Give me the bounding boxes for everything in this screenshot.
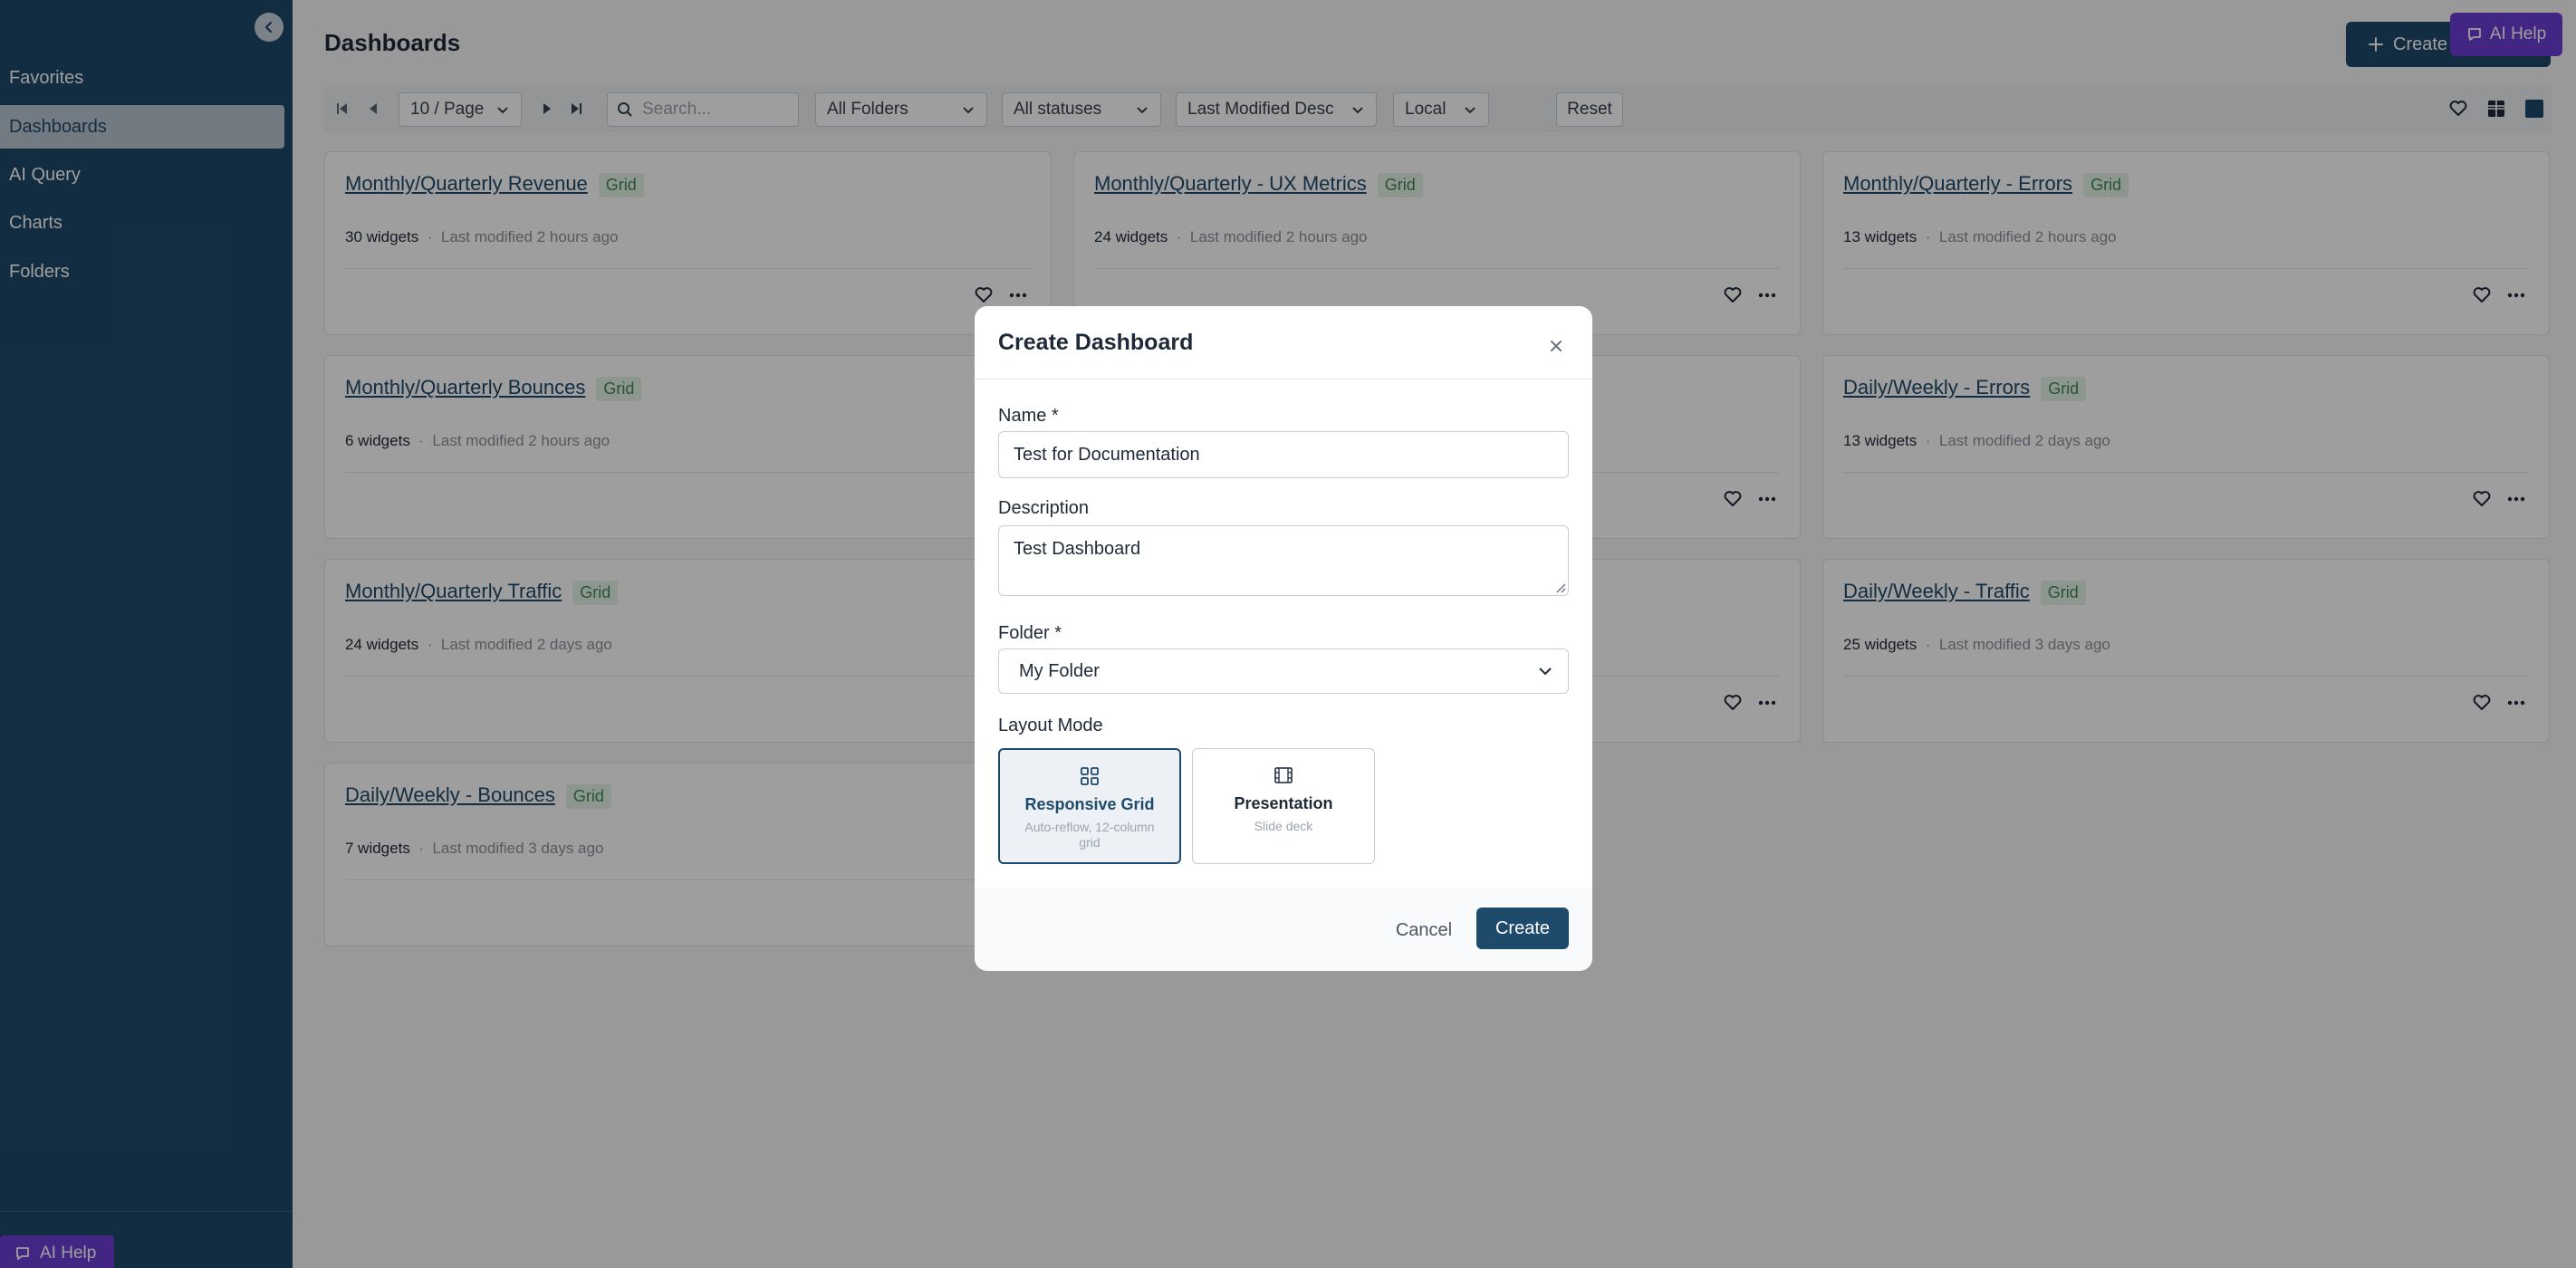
folder-value: My Folder — [1019, 660, 1100, 681]
layout-option-name: Responsive Grid — [1024, 795, 1155, 813]
layout-option-desc: Slide deck — [1254, 819, 1313, 833]
folder-label: Folder * — [998, 623, 1062, 643]
layout-option-responsive-grid[interactable]: Responsive Grid Auto-reflow, 12-column g… — [998, 748, 1181, 864]
name-value: Test for Documentation — [1014, 444, 1200, 465]
name-field[interactable]: Test for Documentation — [998, 431, 1569, 478]
description-value: Test Dashboard — [1014, 539, 1141, 559]
modal-footer: Cancel Create — [975, 888, 1592, 971]
layout-option-name: Presentation — [1234, 794, 1333, 812]
create-button[interactable]: Create — [1476, 908, 1569, 949]
chevron-down-icon — [1539, 668, 1552, 676]
folder-select[interactable]: My Folder — [998, 648, 1569, 694]
close-icon[interactable] — [1545, 335, 1567, 357]
layout-option-presentation[interactable]: Presentation Slide deck — [1192, 748, 1375, 864]
description-label: Description — [998, 498, 1090, 518]
grid-layout-icon — [1081, 767, 1099, 785]
name-label: Name * — [998, 406, 1059, 426]
create-dashboard-modal: Create Dashboard Name * Test for Documen… — [975, 306, 1592, 971]
layout-mode-label: Layout Mode — [998, 716, 1103, 735]
presentation-icon — [1274, 767, 1293, 783]
resize-grip-icon[interactable] — [1553, 581, 1566, 593]
cancel-button[interactable]: Cancel — [1386, 909, 1462, 951]
layout-option-desc: Auto-reflow, 12-column grid — [1024, 820, 1155, 850]
modal-title: Create Dashboard — [998, 330, 1194, 355]
description-field[interactable]: Test Dashboard — [998, 525, 1569, 596]
